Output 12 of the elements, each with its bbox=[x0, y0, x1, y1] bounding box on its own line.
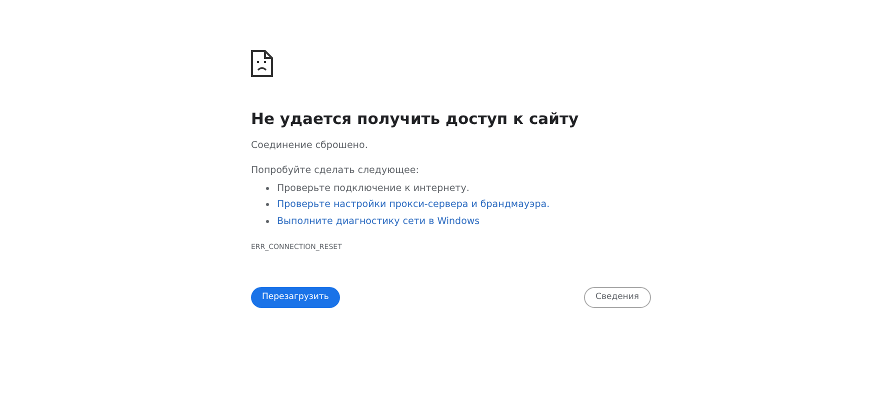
suggestions-heading: Попробуйте сделать следующее: bbox=[251, 164, 420, 178]
bullet-icon bbox=[266, 186, 269, 190]
details-button[interactable]: Сведения bbox=[584, 286, 651, 308]
suggestion-text: Проверьте подключение к интернету. bbox=[277, 182, 470, 194]
suggestion-link[interactable]: Проверьте настройки прокси-сервера и брандмауэра. bbox=[277, 199, 550, 210]
suggestion-link[interactable]: Выполните диагностику сети в Windows bbox=[277, 216, 480, 227]
bullet-icon bbox=[266, 203, 269, 206]
bullet-icon bbox=[266, 220, 269, 223]
error-message: Соединение сброшено. bbox=[251, 139, 369, 153]
error-heading: Не удается получить доступ к сайту bbox=[251, 109, 580, 129]
sad-page-icon bbox=[251, 50, 273, 77]
reload-button[interactable]: Перезагрузить bbox=[251, 286, 340, 308]
